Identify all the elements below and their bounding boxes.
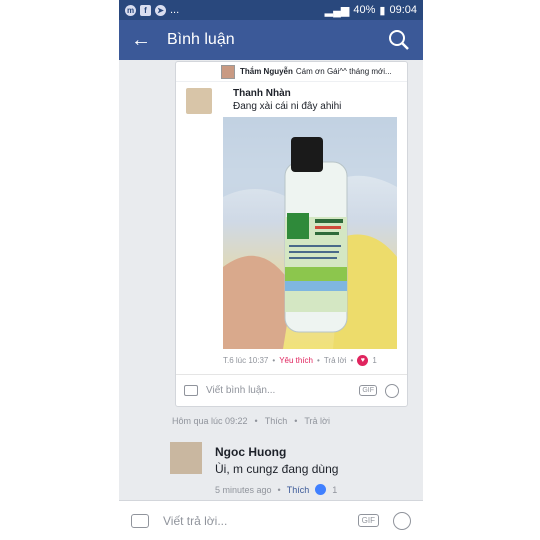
avatar[interactable] — [186, 88, 212, 114]
reaction-count[interactable]: 1 — [372, 356, 376, 365]
preview-text: Cám ơn Gái^^ tháng mới... — [295, 67, 392, 76]
camera-icon[interactable] — [184, 385, 198, 396]
parent-timestamp: Hôm qua lúc 09:22 — [172, 416, 248, 426]
like-link[interactable]: Thích — [287, 485, 310, 495]
reaction-count[interactable]: 1 — [332, 485, 337, 495]
like-link[interactable]: Thích — [265, 416, 288, 426]
composer-placeholder[interactable]: Viết trả lời... — [163, 514, 227, 528]
gif-icon[interactable]: GIF — [359, 385, 377, 396]
thumbs-up-icon — [315, 484, 327, 495]
telegram-icon: ➤ — [155, 4, 166, 16]
status-bar: m f ➤ ... ▂▄▆ 40% ▮ 09:04 — [119, 0, 423, 20]
messenger-icon: m — [125, 4, 136, 16]
status-more: ... — [170, 4, 180, 16]
emoji-icon[interactable] — [393, 511, 411, 530]
avatar — [221, 64, 235, 79]
comment-text: Ùi, m cungz đang dùng — [215, 462, 339, 476]
love-reaction-button[interactable]: Yêu thích — [279, 356, 313, 365]
composer-placeholder[interactable]: Viết bình luận... — [206, 385, 275, 396]
facebook-icon: f — [140, 4, 151, 16]
reply-thread-card: Thắm Nguyễn Cám ơn Gái^^ tháng mới... Th… — [175, 61, 408, 407]
comment-author[interactable]: Ngoc Huong — [215, 445, 286, 459]
signal-icon: ▂▄▆ — [324, 4, 350, 17]
back-arrow-icon[interactable]: ← — [131, 29, 155, 52]
battery-level: 40% — [353, 4, 376, 16]
reply-composer[interactable]: Viết bình luận... GIF — [176, 374, 407, 406]
app-bar: ← Bình luận — [119, 20, 423, 60]
clock: 09:04 — [389, 4, 417, 16]
comment-timestamp: 5 minutes ago — [215, 484, 272, 495]
app-screen: m f ➤ ... ▂▄▆ 40% ▮ 09:04 ← Bình luận Th… — [119, 0, 423, 540]
reply-timestamp: T.6 lúc 10:37 — [223, 356, 269, 365]
reply-meta: T.6 lúc 10:37 • Yêu thích • Trả lời • ♥ … — [223, 355, 377, 366]
comment-author[interactable]: Thanh Nhàn — [233, 88, 407, 99]
comment-photo[interactable] — [223, 117, 397, 349]
camera-icon[interactable] — [131, 513, 149, 528]
search-icon[interactable] — [387, 28, 411, 52]
parent-comment-preview[interactable]: Thắm Nguyễn Cám ơn Gái^^ tháng mới... — [176, 62, 407, 82]
reply-link[interactable]: Trả lời — [324, 356, 347, 365]
battery-icon: ▮ — [379, 4, 386, 17]
avatar[interactable] — [170, 442, 202, 474]
page-title: Bình luận — [167, 31, 235, 48]
parent-comment-meta: Hôm qua lúc 09:22 • Thích • Trả lời — [172, 416, 330, 426]
gif-icon[interactable]: GIF — [357, 514, 379, 527]
comment-meta: 5 minutes ago • Thích 1 — [215, 484, 338, 495]
reply-comment: Thanh Nhàn Đang xài cái ni đây ahihi — [176, 82, 407, 114]
emoji-icon[interactable] — [385, 383, 399, 398]
heart-icon: ♥ — [357, 355, 369, 366]
preview-author: Thắm Nguyễn — [240, 67, 293, 76]
reply-link[interactable]: Trả lời — [304, 416, 330, 426]
bottom-composer[interactable]: Viết trả lời... GIF — [119, 500, 423, 540]
comment-text: Đang xài cái ni đây ahihi — [233, 101, 342, 112]
